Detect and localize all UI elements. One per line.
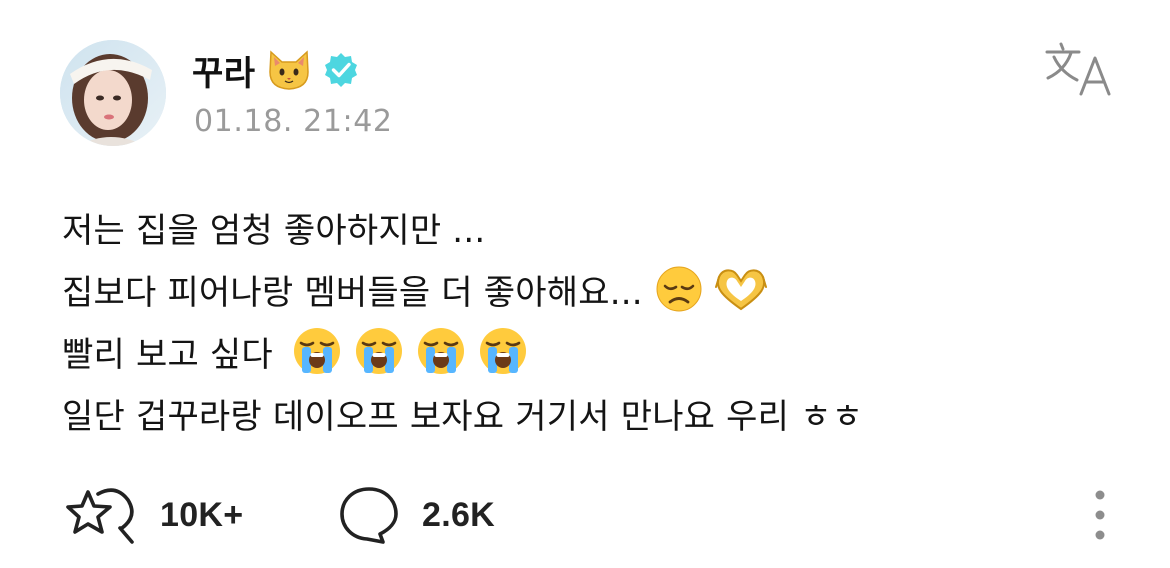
verified-badge-icon: [322, 51, 360, 89]
comment-bubble-icon: [338, 484, 400, 546]
post-card: 꾸라 01.18. 21:42 저는 집을 엄청 좋아하지만 ... 집보다 피…: [0, 0, 1170, 568]
post-line: 일단 겁꾸라랑 데이오프 보자요 거기서 만나요 우리 ㅎㅎ: [62, 382, 1122, 444]
loudly-crying-face-emoji: [415, 325, 467, 377]
post-line-text: 저는 집을 엄청 좋아하지만 ...: [62, 210, 486, 251]
post-body: 저는 집을 엄청 좋아하지만 ... 집보다 피어나랑 멤버들을 더 좋아해요.…: [62, 196, 1122, 444]
loudly-crying-face-emoji: [353, 325, 405, 377]
comment-button[interactable]: 2.6K: [338, 482, 495, 548]
heart-hands-emoji: [713, 265, 769, 313]
likes-count: 10K+: [160, 495, 244, 534]
post-line: 집보다 피어나랑 멤버들을 더 좋아해요...: [62, 258, 1122, 320]
post-line: 저는 집을 엄청 좋아하지만 ...: [62, 196, 1122, 258]
more-vertical-icon[interactable]: [1085, 487, 1115, 543]
like-button[interactable]: 10K+: [60, 482, 243, 548]
comments-count: 2.6K: [422, 495, 496, 534]
post-line-text: 일단 겁꾸라랑 데이오프 보자요 거기서 만나요 우리 ㅎㅎ: [62, 396, 864, 437]
avatar[interactable]: [60, 40, 166, 146]
username[interactable]: 꾸라: [192, 46, 256, 95]
cat-face-emoji: [266, 48, 312, 92]
username-row: 꾸라: [192, 44, 360, 96]
translate-icon[interactable]: [1043, 40, 1113, 98]
disappointed-face-emoji: [655, 265, 703, 313]
post-timestamp: 01.18. 21:42: [194, 104, 393, 139]
post-line-text: 집보다 피어나랑 멤버들을 더 좋아해요...: [62, 272, 643, 313]
post-line: 빨리 보고 싶다: [62, 320, 1122, 382]
loudly-crying-face-emoji: [477, 325, 529, 377]
loudly-crying-face-emoji: [291, 325, 343, 377]
action-bar: 10K+ 2.6K: [60, 482, 1120, 548]
post-line-text: 빨리 보고 싶다: [62, 334, 273, 375]
like-star-icon: [60, 482, 138, 548]
